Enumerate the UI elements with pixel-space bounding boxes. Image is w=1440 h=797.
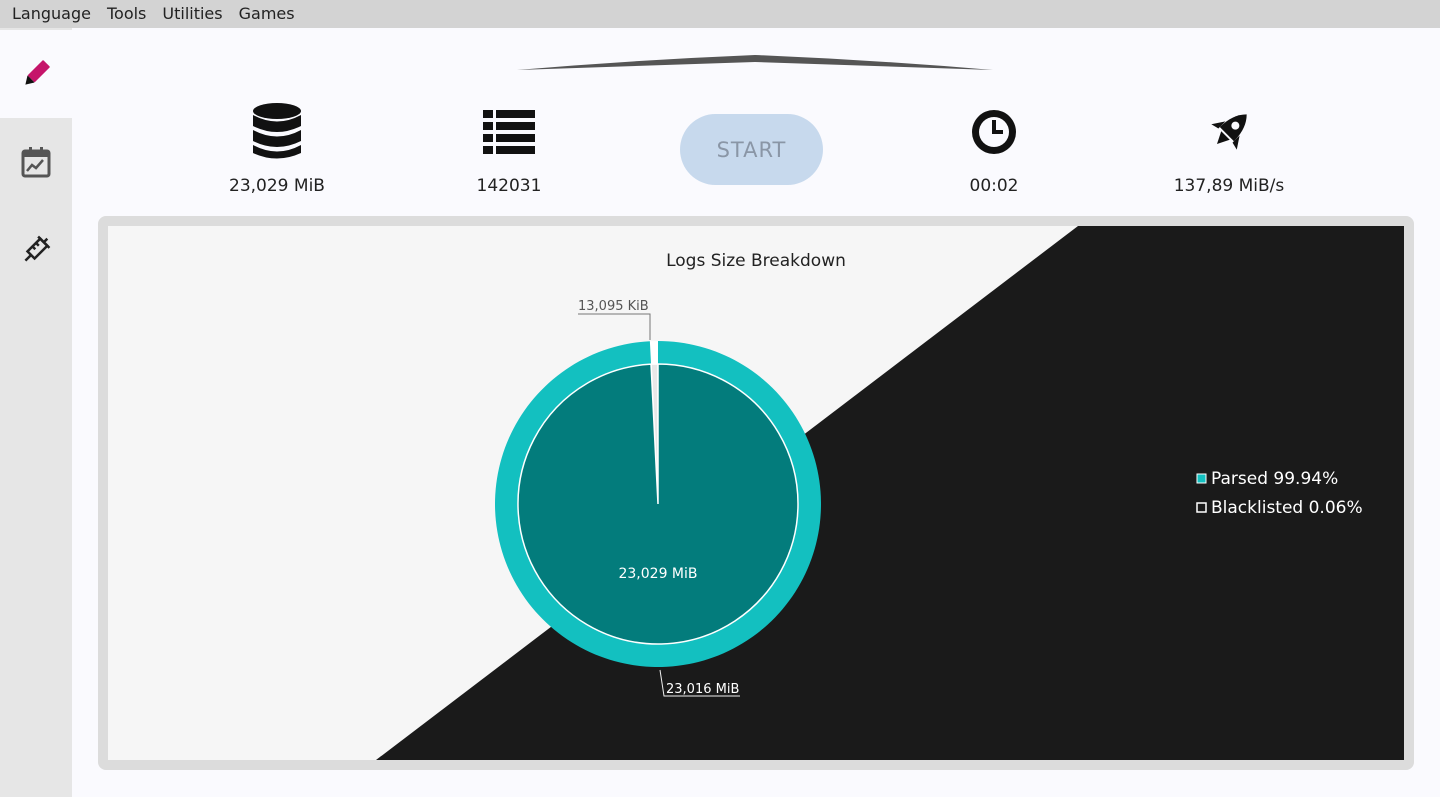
start-button[interactable]: START [680, 114, 823, 185]
legend-label-blacklisted[interactable]: Blacklisted 0.06% [1211, 498, 1363, 518]
stat-count: 142031 [409, 100, 609, 196]
sidebar-item-injector[interactable] [0, 206, 72, 294]
syringe-icon [24, 235, 51, 262]
rocket-icon [1211, 114, 1247, 150]
legend-label-parsed[interactable]: Parsed 99.94% [1211, 469, 1338, 489]
legend-swatch-blacklisted [1196, 502, 1207, 513]
sidebar-item-statistics[interactable] [0, 118, 72, 206]
clock-icon [972, 110, 1016, 154]
stat-time-value: 00:02 [969, 176, 1019, 196]
menu-games[interactable]: Games [231, 0, 303, 28]
pie-slice-parsed-inner[interactable] [517, 363, 799, 645]
chart-area: Logs Size Breakdown 23,029 MiB 13,095 Ki… [108, 226, 1404, 760]
sidebar [0, 28, 72, 797]
chart-panel: Logs Size Breakdown 23,029 MiB 13,095 Ki… [98, 216, 1414, 770]
decorative-curve [517, 55, 993, 70]
pie-center-label: 23,029 MiB [618, 566, 697, 582]
stat-size-value: 23,029 MiB [229, 176, 325, 196]
slice-label-parsed: 23,016 MiB [666, 682, 739, 697]
stat-speed: 137,89 MiB/s [1129, 100, 1329, 196]
pencil-icon [25, 60, 50, 85]
menu-utilities[interactable]: Utilities [154, 0, 230, 28]
menu-language[interactable]: Language [4, 0, 99, 28]
stat-count-value: 142031 [476, 176, 542, 196]
pie-chart: Logs Size Breakdown 23,029 MiB 13,095 Ki… [376, 226, 1404, 760]
database-icon [253, 103, 301, 159]
chart-calendar-icon [21, 147, 51, 178]
menu-tools[interactable]: Tools [99, 0, 154, 28]
menu-bar: Language Tools Utilities Games [0, 0, 1440, 28]
chart-title: Logs Size Breakdown [666, 251, 846, 271]
pie-slices [495, 341, 821, 667]
sidebar-item-parser[interactable] [0, 30, 72, 118]
legend-swatch-parsed [1196, 473, 1207, 484]
callout-line-blacklisted [578, 313, 651, 340]
slice-label-blacklisted: 13,095 KiB [578, 299, 649, 314]
list-icon [483, 110, 535, 154]
stat-size: 23,029 MiB [177, 100, 377, 196]
stat-speed-value: 137,89 MiB/s [1173, 176, 1285, 196]
stat-time: 00:02 [894, 100, 1094, 196]
